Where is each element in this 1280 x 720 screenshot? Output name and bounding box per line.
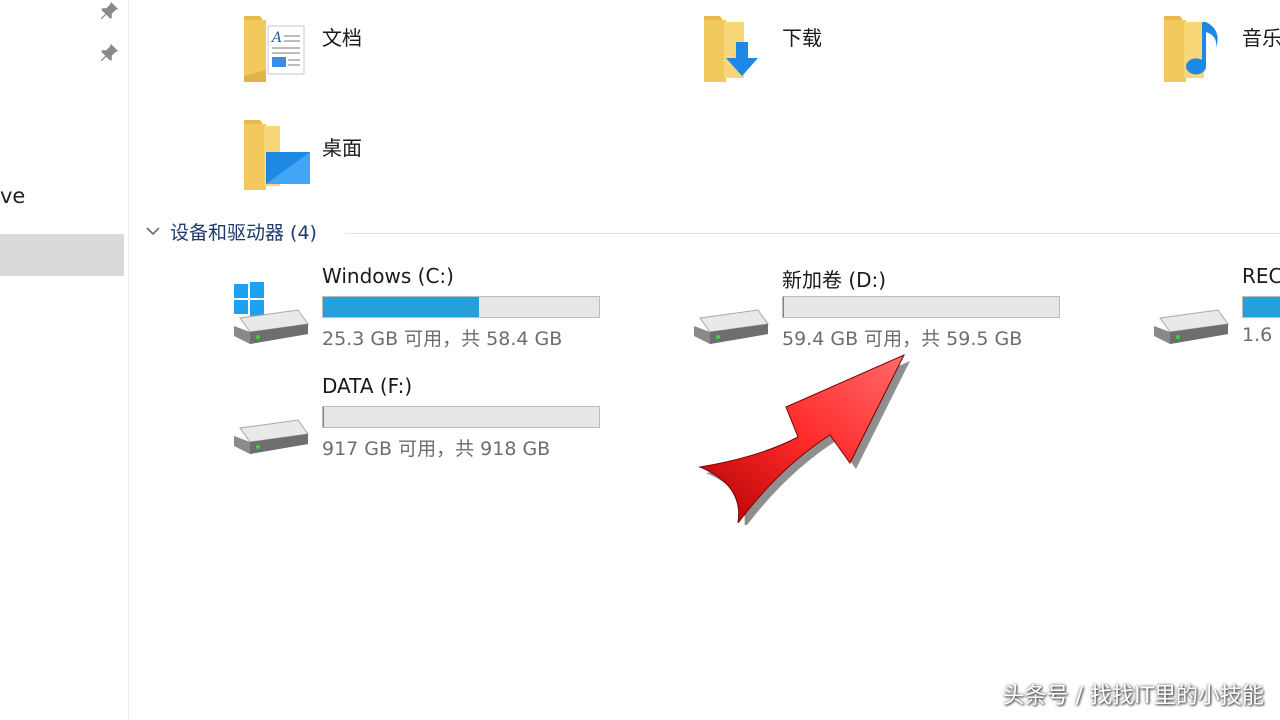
windows-drive-icon [232, 278, 312, 348]
folder-desktop[interactable]: 桌面 [242, 118, 542, 208]
folder-music[interactable]: 音乐 [1162, 8, 1280, 98]
drive-icon [232, 388, 312, 458]
drive-usage-bar [782, 296, 1060, 318]
folder-label: 音乐 [1242, 26, 1280, 50]
drive-icon [1152, 278, 1232, 348]
folder-downloads[interactable]: 下载 [702, 8, 1002, 98]
watermark: 头条号 / 找找IT里的小技能 [1002, 684, 1264, 709]
sidebar-item-partial[interactable]: ve [0, 184, 25, 208]
drive-icon [692, 278, 772, 348]
devices-section-header[interactable]: 设备和驱动器 (4) [140, 216, 1280, 248]
drive-name: Windows (C:) [322, 264, 454, 288]
folder-label: 文档 [322, 26, 362, 50]
documents-folder-icon: A [242, 8, 314, 88]
desktop-folder-icon [242, 118, 314, 198]
folder-documents[interactable]: A 文档 [242, 8, 542, 98]
drive-usage-fill [783, 297, 784, 317]
downloads-folder-icon [702, 8, 774, 88]
drive-name: DATA (F:) [322, 374, 413, 398]
drive-name: 新加卷 (D:) [782, 268, 887, 292]
drive-usage-bar [322, 296, 600, 318]
drive-free-space: 1.6 [1242, 324, 1273, 346]
drive-usage-bar [1242, 296, 1280, 318]
drive-c[interactable]: Windows (C:) 25.3 GB 可用，共 58.4 GB [232, 264, 632, 364]
folder-label: 桌面 [322, 136, 362, 160]
drive-name: REC [1242, 264, 1280, 288]
music-folder-icon [1162, 8, 1234, 88]
sidebar-item-selected[interactable] [0, 234, 124, 276]
section-title: 设备和驱动器 (4) [170, 222, 317, 244]
drive-free-space: 917 GB 可用，共 918 GB [322, 438, 551, 460]
svg-text:A: A [270, 30, 282, 46]
drive-usage-fill [323, 297, 480, 317]
drive-f[interactable]: DATA (F:) 917 GB 可用，共 918 GB [232, 374, 632, 474]
pin-icon[interactable] [98, 0, 120, 22]
drive-free-space: 25.3 GB 可用，共 58.4 GB [322, 328, 563, 350]
drive-usage-fill [1243, 297, 1280, 317]
drive-usage-bar [322, 406, 600, 428]
section-divider [345, 233, 1280, 234]
chevron-down-icon[interactable] [144, 222, 162, 240]
pin-icon[interactable] [98, 42, 120, 64]
navigation-pane: ve [0, 0, 129, 720]
drive-rec[interactable]: REC 1.6 [1152, 264, 1280, 364]
folder-label: 下载 [782, 26, 822, 50]
annotation-arrow-icon [690, 345, 915, 525]
